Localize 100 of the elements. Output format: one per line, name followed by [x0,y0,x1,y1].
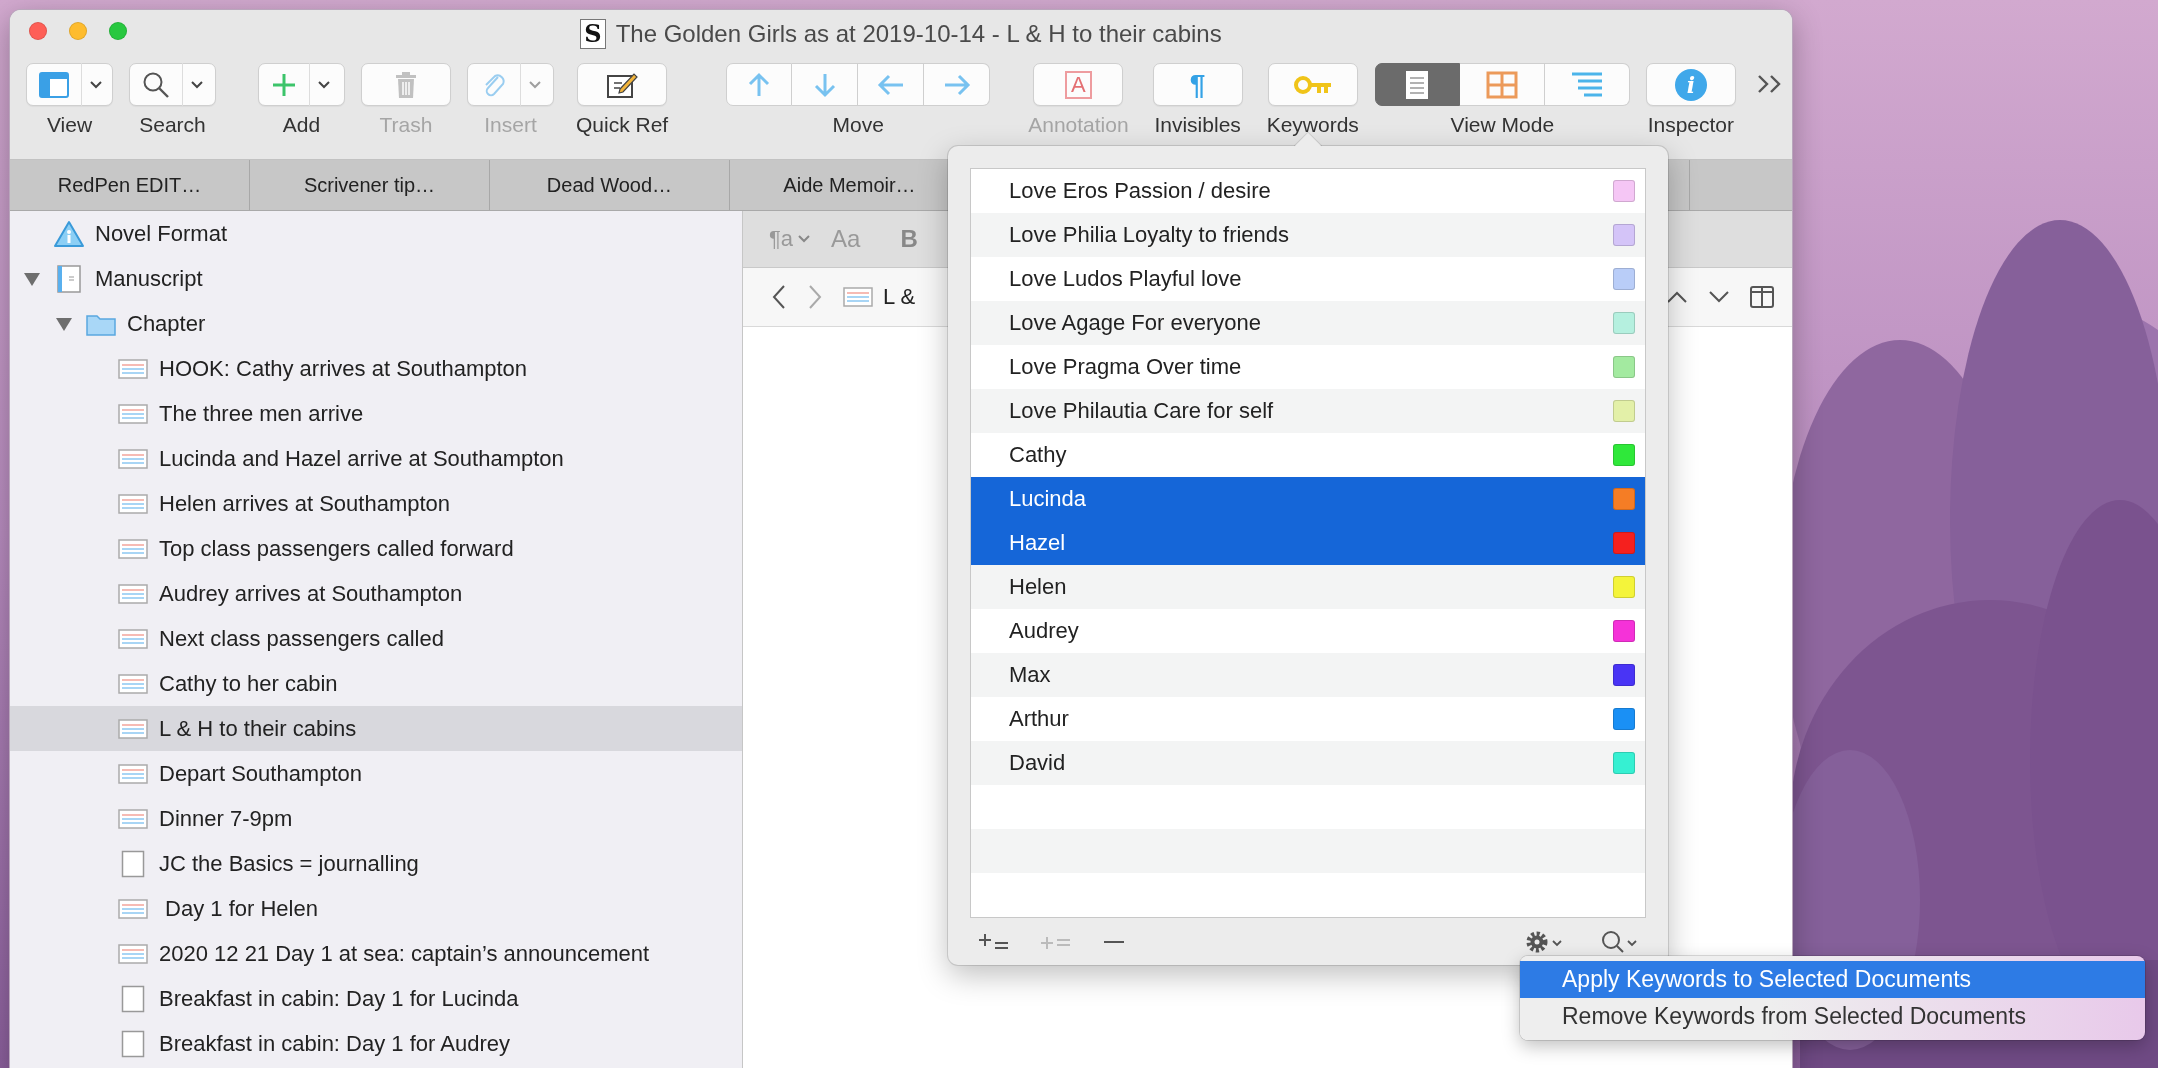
binder-item[interactable]: JC the Basics = journalling [10,841,742,886]
quick-ref-button[interactable] [577,63,668,106]
caret-icon [190,79,204,90]
move-down-button[interactable] [792,63,859,106]
keyword-row[interactable]: Love Philia Loyalty to friends [971,213,1645,257]
caret-icon [317,79,331,90]
disclosure-triangle-icon[interactable] [55,315,73,332]
arrow-down-icon [812,71,837,98]
zoom-button[interactable] [109,22,127,40]
view-button[interactable] [26,63,113,106]
binder-item[interactable]: Lucinda and Hazel arrive at Southampton [10,436,742,481]
binder-item[interactable]: Top class passengers called forward [10,526,742,571]
plus-icon [271,71,297,98]
chevron-down-icon[interactable] [1708,290,1730,304]
binder-item[interactable]: Breakfast in cabin: Day 1 for Lucinda [10,976,742,1021]
text-document-icon [118,718,148,739]
tab[interactable]: RedPen EDIT… [10,160,250,210]
blank-page-icon [121,849,145,878]
binder-item[interactable]: Chapter [10,301,742,346]
back-chevron-icon[interactable] [771,284,787,310]
grid-icon [1485,70,1518,99]
disclosure-triangle-icon[interactable] [23,270,41,287]
binder-item[interactable]: Cathy to her cabin [10,661,742,706]
move-left-button[interactable] [858,63,925,106]
toolbar-label: Keywords [1266,113,1359,137]
tab[interactable]: Scrivener tip… [250,160,490,210]
arrow-left-icon [876,72,905,97]
text-document-icon [118,943,148,964]
toolbar-label: Annotation [1028,113,1129,137]
keyword-row[interactable]: Love Eros Passion / desire [971,169,1645,213]
text-document-icon [118,538,148,559]
document-title: L & [883,284,916,310]
text-document-icon [118,808,148,829]
toolbar-label: Invisibles [1154,113,1241,137]
arrow-up-icon [747,71,772,98]
add-button[interactable] [258,63,345,106]
tab[interactable]: Dead Wood… [490,160,730,210]
toolbar-label: View [46,113,93,137]
text-document-icon [118,898,148,919]
binder-item[interactable]: L & H to their cabins [10,706,742,751]
move-right-button[interactable] [924,63,991,106]
keyword-row[interactable]: Love Ludos Playful love [971,257,1645,301]
menu-item[interactable]: Remove Keywords from Selected Documents [1520,998,2145,1035]
text-document-icon [118,628,148,649]
binder-item[interactable]: Dinner 7-9pm [10,796,742,841]
search-icon [142,70,170,99]
blank-page-icon [121,1029,145,1058]
menu-item[interactable]: Apply Keywords to Selected Documents [1520,961,2145,998]
binder-item[interactable]: Audrey arrives at Southampton [10,571,742,616]
keyword-row[interactable]: Lucinda [971,477,1645,521]
outline-lines-icon [1569,70,1604,99]
keyword-row[interactable]: Helen [971,565,1645,609]
keyword-row[interactable]: Love Philautia Care for self [971,389,1645,433]
binder-item[interactable]: Breakfast in cabin: Day 1 for Audrey [10,1021,742,1066]
chevron-up-icon[interactable] [1666,290,1688,304]
keyword-row[interactable]: Cathy [971,433,1645,477]
binder-item[interactable]: 2020 12 21 Day 1 at sea: captain’s announcement [10,931,742,976]
toolbar-label: Move [832,113,884,137]
document-icon: S [580,19,606,49]
keyword-row[interactable]: Audrey [971,609,1645,653]
arrow-right-icon [942,72,971,97]
caret-icon [89,79,103,90]
forward-chevron-icon[interactable] [807,284,823,310]
text-document-icon [118,403,148,424]
caret-icon [797,234,812,244]
move-up-button[interactable] [726,63,793,106]
keyword-row[interactable]: Love Pragma Over time [971,345,1645,389]
keyword-row[interactable]: Arthur [971,697,1645,741]
binder-item[interactable]: The three men arrive [10,391,742,436]
keyword-row[interactable]: Love Agage For everyone [971,301,1645,345]
keyword-row[interactable]: Hazel [971,521,1645,565]
keyword-row[interactable]: David [971,741,1645,785]
info-triangle-icon [53,219,85,248]
outline-view-button[interactable] [1544,63,1630,106]
minimize-button[interactable] [69,22,87,40]
corkboard-view-button[interactable] [1459,63,1545,106]
binder-item[interactable]: Helen arrives at Southampton [10,481,742,526]
trash-icon [394,70,418,99]
binder-item[interactable]: Manuscript [10,256,742,301]
search-button[interactable] [129,63,216,106]
toolbar-label: Search [139,113,206,137]
binder-item[interactable]: Next class passengers called [10,616,742,661]
toolbar-label: View Mode [1450,113,1555,137]
text-document-icon [118,763,148,784]
binder-item[interactable]: Novel Format [10,211,742,256]
toolbar-label: Quick Ref [576,113,669,137]
text-document-icon [843,287,873,307]
split-view-icon[interactable] [1750,286,1774,308]
document-view-button[interactable] [1374,63,1460,106]
binder-item[interactable]: Day 1 for Helen [10,886,742,931]
text-document-icon [118,673,148,694]
binder-item[interactable]: HOOK: Cathy arrives at Southampton [10,346,742,391]
toolbar-label: Insert [484,113,537,137]
text-document-icon [118,358,148,379]
sidebar-layout-icon [39,71,69,98]
binder-item[interactable]: Depart Southampton [10,751,742,796]
keyword-row[interactable]: Max [971,653,1645,697]
close-button[interactable] [29,22,47,40]
text-document-icon [118,493,148,514]
keywords-button[interactable] [1267,63,1358,106]
